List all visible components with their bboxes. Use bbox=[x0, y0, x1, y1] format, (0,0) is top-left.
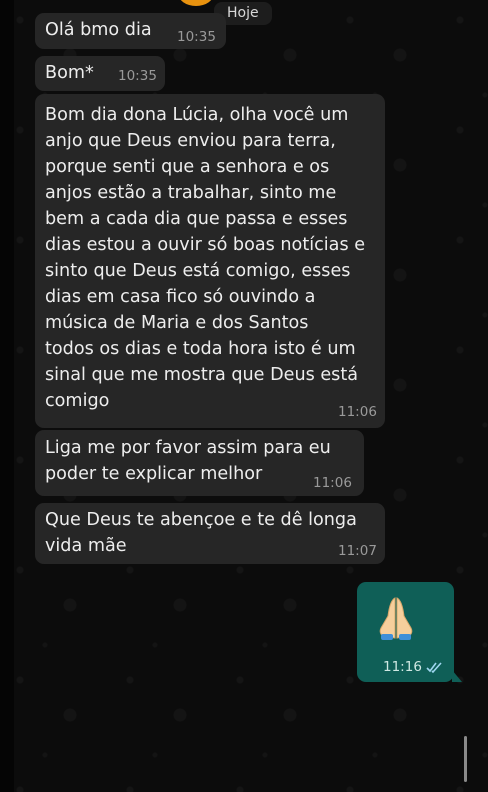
folded-hands-emoji-icon bbox=[379, 597, 413, 640]
avatar-icon bbox=[178, 0, 214, 6]
message-line: bem a cada dia que passa e esses bbox=[45, 209, 348, 229]
message-bubble[interactable]: Que Deus te abençoe e te dê longa vida m… bbox=[35, 503, 385, 564]
message-line: dias em casa fico só ouvindo a bbox=[45, 287, 316, 307]
message-time: 11:16 bbox=[383, 659, 422, 675]
message-line: Bom dia dona Lúcia, olha você um bbox=[45, 105, 349, 125]
double-check-read-icon bbox=[426, 662, 442, 674]
message-line: todos os dias e toda hora isto é um bbox=[45, 339, 356, 359]
message-line: anjos estão a trabalhar, sinto me bbox=[45, 183, 337, 203]
left-edge bbox=[0, 0, 14, 792]
message-line: sinto que Deus está comigo, esses bbox=[45, 261, 351, 281]
message-line: sinal que me mostra que Deus está bbox=[45, 365, 359, 385]
message-line: anjo que Deus enviou para terra, bbox=[45, 131, 336, 151]
message-time: 10:35 bbox=[118, 68, 157, 84]
chat-view: Hoje Olá bmo dia 10:35 Bom* 10:35 Bom di… bbox=[0, 0, 488, 792]
message-time: 11:07 bbox=[338, 543, 377, 559]
message-line: Liga me por favor assim para eu bbox=[45, 438, 331, 458]
message-time: 11:06 bbox=[338, 404, 377, 420]
message-time: 11:06 bbox=[313, 475, 352, 491]
message-bubble[interactable]: Olá bmo dia 10:35 bbox=[35, 13, 226, 49]
message-bubble[interactable]: Bom dia dona Lúcia, olha você um anjo qu… bbox=[35, 94, 385, 428]
message-time: 10:35 bbox=[177, 29, 216, 45]
outgoing-message-bubble[interactable]: 11:16 bbox=[357, 582, 462, 682]
message-line: vida mãe bbox=[45, 536, 127, 556]
message-line: poder te explicar melhor bbox=[45, 464, 263, 484]
message-bubble[interactable]: Liga me por favor assim para eu poder te… bbox=[35, 430, 364, 496]
message-line: porque senti que a senhora e os bbox=[45, 157, 330, 177]
message-bubble[interactable]: Bom* 10:35 bbox=[35, 56, 165, 91]
message-line: comigo bbox=[45, 391, 110, 411]
scrollbar[interactable] bbox=[464, 736, 467, 782]
bubble-tail bbox=[452, 670, 462, 682]
message-line: dias estou a ouvir só boas notícias e bbox=[45, 235, 366, 255]
message-line: Que Deus te abençoe e te dê longa bbox=[45, 510, 357, 530]
message-line: música de Maria e dos Santos bbox=[45, 313, 309, 333]
